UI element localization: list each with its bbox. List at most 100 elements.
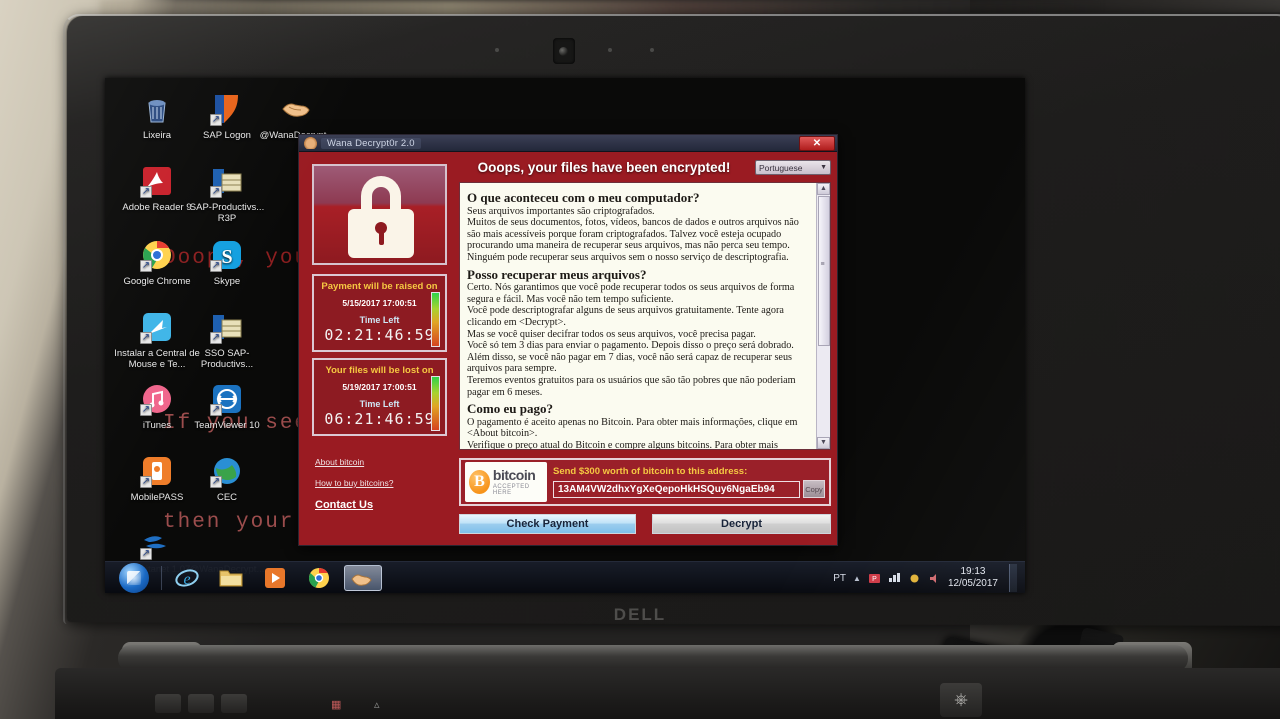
timer-countdown: 06:21:46:59 bbox=[324, 410, 435, 428]
wanadecryptor-icon bbox=[280, 92, 314, 126]
section-heading-how-do-i-pay: Como eu pago? bbox=[467, 401, 553, 417]
mic-hole-left bbox=[495, 48, 499, 52]
desktop-icon-sap-productivity[interactable]: SAP-Productivs... R3P bbox=[181, 164, 273, 224]
taskbar-clock[interactable]: 19:13 12/05/2017 bbox=[948, 566, 998, 590]
timer-date: 5/15/2017 17:00:51 bbox=[342, 298, 417, 308]
svg-text:e: e bbox=[183, 571, 190, 588]
window-body: Ooops, your files have been encrypted! P… bbox=[299, 152, 837, 546]
check-payment-button[interactable]: Check Payment bbox=[459, 514, 636, 534]
window-titlebar[interactable]: Wana Decrypt0r 2.0 ✕ bbox=[299, 135, 837, 152]
taskbar-wanadecryptor[interactable] bbox=[344, 564, 382, 591]
laptop-screen: Ooops, your files have been encrypted. I… bbox=[105, 78, 1025, 593]
shortcut-overlay-icon bbox=[210, 260, 222, 272]
wanadecryptor-icon bbox=[210, 526, 244, 560]
power-icon[interactable]: ⎈ bbox=[940, 683, 982, 717]
start-button[interactable] bbox=[119, 562, 149, 593]
wireless-icon: ▵ bbox=[374, 699, 380, 711]
clock-date: 12/05/2017 bbox=[947, 578, 998, 589]
antivirus-icon[interactable]: P bbox=[868, 572, 881, 585]
volume-icon[interactable] bbox=[928, 572, 941, 585]
action-center-icon[interactable] bbox=[908, 572, 921, 585]
shortcut-overlay-icon bbox=[210, 332, 222, 344]
language-select[interactable]: Portuguese ▼ bbox=[755, 160, 831, 175]
windows-taskbar[interactable]: e PT ▲ P 19:13 12/05/2017 bbox=[105, 561, 1025, 593]
clock-time: 19:13 bbox=[960, 566, 986, 577]
desktop-icon-label: SSO SAP-Productivs... bbox=[200, 348, 254, 370]
shortcut-overlay-icon bbox=[140, 548, 152, 560]
brand-logo: DELL bbox=[613, 605, 667, 624]
mobilepass-icon bbox=[140, 454, 174, 488]
files-lost-timer: Your files will be lost on 5/19/2017 17:… bbox=[312, 358, 447, 436]
shortcut-overlay-icon bbox=[140, 404, 152, 416]
bitcoin-address-field[interactable]: 13AM4VW2dhxYgXeQepoHkHSQuy6NgaEb94 bbox=[553, 480, 800, 498]
taskbar-chrome[interactable] bbox=[300, 565, 338, 591]
timer-gauge bbox=[431, 292, 440, 347]
shortcut-overlay-icon bbox=[140, 332, 152, 344]
windows-desktop[interactable]: Ooops, your files have been encrypted. I… bbox=[105, 78, 1025, 593]
ransom-paragraph: Certo. Nós garantimos que você pode recu… bbox=[467, 282, 795, 305]
tray-language-indicator[interactable]: PT bbox=[833, 573, 846, 584]
scroll-down-icon[interactable]: ▼ bbox=[817, 437, 830, 449]
bitcoin-instruction: Send $300 worth of bitcoin to this addre… bbox=[553, 466, 748, 477]
base-button-2[interactable] bbox=[188, 694, 214, 713]
ransom-paragraph: Mas se você quiser decifrar todos os seu… bbox=[467, 328, 756, 340]
bitcoin-logo-subtext: ACCEPTED HERE bbox=[492, 484, 530, 496]
chevron-down-icon: ▼ bbox=[820, 164, 827, 171]
wana-decryptor-window[interactable]: Wana Decrypt0r 2.0 ✕ Ooops, your files h… bbox=[298, 134, 838, 546]
hdd-activity-icon: ▦ bbox=[331, 699, 342, 711]
about-bitcoin-link[interactable]: About bitcoin bbox=[315, 457, 445, 467]
section-heading-can-i-recover: Posso recuperar meus arquivos? bbox=[467, 266, 647, 282]
shortcut-overlay-icon bbox=[210, 476, 222, 488]
chevron-up-icon[interactable]: ▲ bbox=[853, 574, 861, 583]
copy-button[interactable]: Copy bbox=[803, 480, 825, 498]
timer-left-label: Time Left bbox=[359, 315, 400, 325]
section-heading-what-happened: O que aconteceu com o meu computador? bbox=[467, 190, 700, 205]
teamviewer-icon bbox=[210, 382, 244, 416]
timer-date: 5/19/2017 17:00:51 bbox=[342, 382, 417, 392]
ransom-paragraph: Muitos de seus documentos, fotos, vídeos… bbox=[467, 217, 799, 263]
svg-text:P: P bbox=[872, 576, 877, 583]
window-title: Wana Decrypt0r 2.0 bbox=[321, 137, 421, 149]
screenshot-root: DELL Ooops, your files have been encrypt… bbox=[0, 0, 1280, 719]
timer-title: Your files will be lost on bbox=[325, 365, 434, 376]
ransom-paragraph: Teremos eventos gratuitos para os usuári… bbox=[467, 374, 796, 398]
base-button-3[interactable] bbox=[221, 694, 247, 713]
skype-icon: S bbox=[210, 238, 244, 272]
bitcoin-logo: B bitcoin ACCEPTED HERE bbox=[465, 462, 547, 502]
taskbar-windows-explorer[interactable] bbox=[212, 565, 250, 591]
ransom-paragraph: Verifique o preço atual do Bitcoin e com… bbox=[467, 439, 778, 449]
decrypt-button[interactable]: Decrypt bbox=[652, 514, 831, 534]
taskbar-separator bbox=[161, 565, 162, 590]
text-panel-scrollbar[interactable]: ▲ ▼ bbox=[816, 183, 830, 449]
desktop-icon-cec[interactable]: CEC bbox=[181, 454, 273, 503]
base-button-1[interactable] bbox=[155, 694, 181, 713]
desktop-icon-label: SAP-Productivs... R3P bbox=[189, 202, 265, 224]
ransom-paragraph: Você pode descriptografar alguns de seus… bbox=[467, 305, 784, 328]
window-header: Ooops, your files have been encrypted! P… bbox=[459, 160, 831, 175]
recycle-bin-icon bbox=[140, 92, 174, 126]
wanadecryptor-icon bbox=[304, 137, 317, 149]
how-to-buy-bitcoins-link[interactable]: How to buy bitcoins? bbox=[315, 478, 445, 488]
desktop-icon-skype[interactable]: S Skype bbox=[181, 238, 273, 287]
desktop-icon-sso-sap[interactable]: SSO SAP-Productivs... bbox=[181, 310, 273, 370]
webcam-icon bbox=[553, 38, 575, 64]
scroll-up-icon[interactable]: ▲ bbox=[817, 183, 830, 195]
shortcut-overlay-icon bbox=[210, 186, 222, 198]
globe-icon bbox=[210, 454, 244, 488]
show-desktop-button[interactable] bbox=[1009, 564, 1017, 592]
network-icon[interactable] bbox=[888, 572, 901, 585]
timer-title: Payment will be raised on bbox=[321, 281, 438, 292]
taskbar-media-player[interactable] bbox=[256, 565, 294, 591]
language-select-value: Portuguese bbox=[759, 162, 803, 173]
scrollbar-track[interactable] bbox=[817, 347, 830, 437]
system-tray[interactable]: PT ▲ P 19:13 12/05/2017 bbox=[833, 562, 1017, 593]
shortcut-overlay-icon bbox=[140, 186, 152, 198]
shortcut-overlay-icon bbox=[210, 404, 222, 416]
close-icon[interactable]: ✕ bbox=[799, 135, 835, 151]
contact-us-link[interactable]: Contact Us bbox=[315, 499, 445, 511]
scrollbar-thumb[interactable] bbox=[817, 196, 830, 346]
taskbar-internet-explorer[interactable]: e bbox=[168, 565, 206, 591]
timer-gauge bbox=[431, 376, 440, 431]
desktop-icon-teamviewer[interactable]: TeamViewer 10 bbox=[181, 382, 273, 431]
mic-hole-mid bbox=[608, 48, 612, 52]
